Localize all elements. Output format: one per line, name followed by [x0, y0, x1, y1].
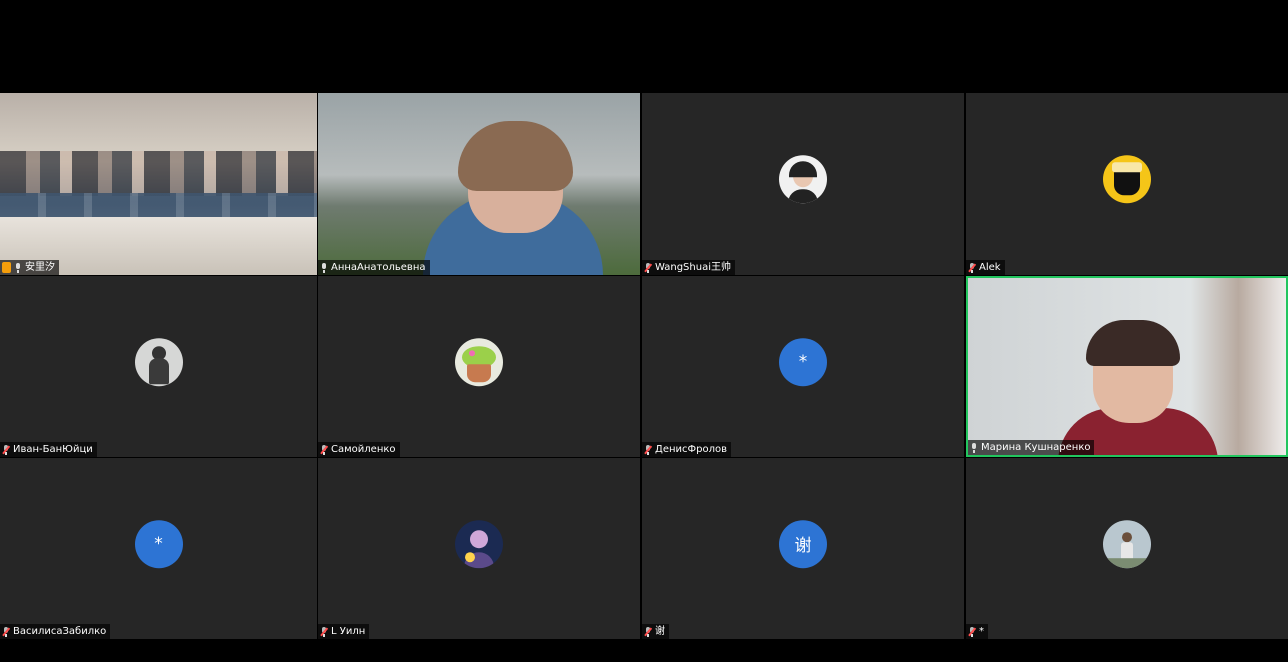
- avatar: [1103, 155, 1151, 204]
- participant-name-label: Иван-БанЮйци: [0, 442, 97, 457]
- participant-name-label: ДенисФролов: [642, 442, 731, 457]
- microphone-muted-icon: [644, 626, 652, 637]
- participant-tile[interactable]: Самойленко: [318, 276, 640, 457]
- participant-name-label: Alek: [966, 260, 1005, 275]
- microphone-muted-icon: [968, 262, 976, 273]
- participant-name-label: 安里汐: [0, 260, 59, 275]
- avatar: *: [779, 337, 827, 386]
- microphone-muted-icon: [320, 444, 328, 455]
- participant-name-label: *: [966, 624, 988, 639]
- participant-tile[interactable]: 安里汐: [0, 93, 317, 275]
- participant-name-label: АннаАнатольевна: [318, 260, 430, 275]
- participant-name-label: 谢: [642, 624, 669, 639]
- avatar: [134, 337, 183, 386]
- microphone-icon: [320, 262, 328, 273]
- microphone-muted-icon: [320, 626, 328, 637]
- microphone-muted-icon: [644, 262, 652, 273]
- participant-tile[interactable]: WangShuai王帅: [642, 93, 964, 275]
- video-feed: [318, 93, 640, 275]
- video-feed: [0, 93, 317, 275]
- avatar: 谢: [779, 519, 827, 568]
- participant-name-label: ВасилисаЗабилко: [0, 624, 111, 639]
- microphone-icon: [970, 442, 978, 453]
- participant-name-label: WangShuai王帅: [642, 260, 735, 275]
- participant-tile[interactable]: *: [966, 458, 1288, 639]
- participant-tile[interactable]: АннаАнатольевна: [318, 93, 640, 275]
- avatar: [1103, 519, 1151, 568]
- participant-tile[interactable]: * ВасилисаЗабилко: [0, 458, 317, 639]
- avatar: [455, 519, 503, 568]
- participant-name-label: L Уилн: [318, 624, 370, 639]
- microphone-icon: [14, 262, 22, 273]
- participant-name-label: Марина Кушнаренко: [968, 440, 1095, 455]
- avatar: [779, 155, 827, 204]
- participant-name-label: Самойленко: [318, 442, 400, 457]
- participant-tile[interactable]: Иван-БанЮйци: [0, 276, 317, 457]
- participant-tile[interactable]: * ДенисФролов: [642, 276, 964, 457]
- participant-tile[interactable]: L Уилн: [318, 458, 640, 639]
- gallery-view: 安里汐 АннаАнатольевна WangShuai王帅 Alek Ива…: [0, 93, 1288, 639]
- microphone-muted-icon: [968, 626, 976, 637]
- microphone-muted-icon: [2, 444, 10, 455]
- microphone-muted-icon: [2, 626, 10, 637]
- avatar: *: [134, 519, 183, 568]
- participant-tile-active-speaker[interactable]: Марина Кушнаренко: [966, 276, 1288, 457]
- host-icon: [2, 262, 11, 273]
- avatar: [455, 337, 503, 386]
- video-feed: [968, 278, 1286, 455]
- microphone-muted-icon: [644, 444, 652, 455]
- participant-tile[interactable]: 谢 谢: [642, 458, 964, 639]
- participant-tile[interactable]: Alek: [966, 93, 1288, 275]
